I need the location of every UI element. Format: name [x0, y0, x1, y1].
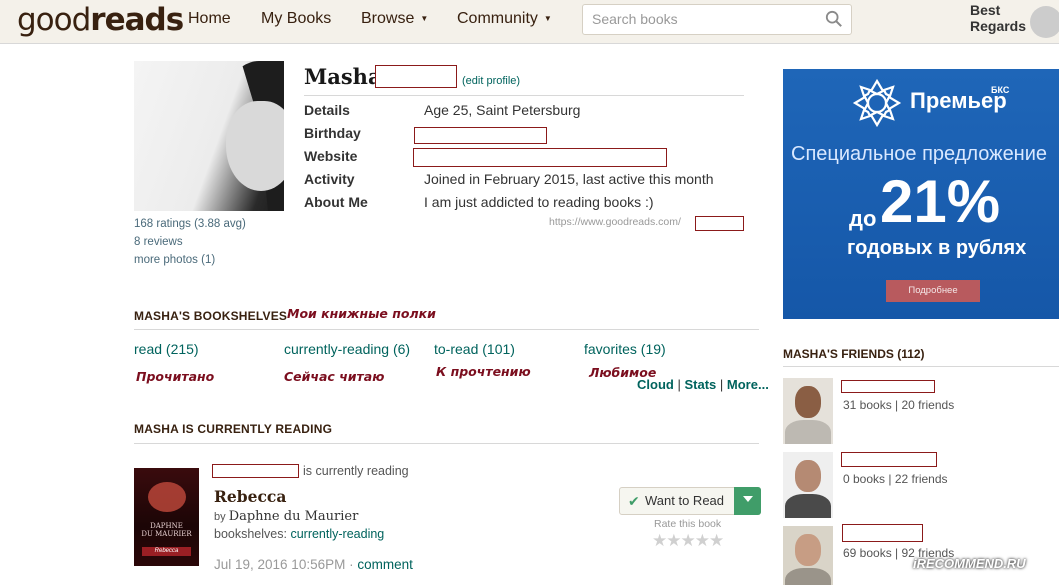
- currently-reading-title: MASHA IS CURRENTLY READING: [134, 422, 333, 436]
- nav-home[interactable]: Home: [188, 10, 231, 28]
- shelf-links: Cloud | Stats | More...: [637, 377, 769, 392]
- more-link[interactable]: More...: [727, 377, 769, 392]
- profile-url: https://www.goodreads.com/: [549, 216, 681, 228]
- caret-down-icon: ▼: [543, 14, 552, 24]
- details-label: Details: [304, 102, 350, 118]
- rate-label: Rate this book: [654, 518, 722, 530]
- shelf-favorites[interactable]: favorites (19): [584, 341, 666, 357]
- book-author: by Daphne du Maurier: [214, 509, 359, 524]
- author-link[interactable]: Daphne du Maurier: [229, 509, 359, 524]
- book-shelves: bookshelves: currently-reading: [214, 527, 385, 541]
- redacted-box: [212, 464, 299, 478]
- about-me-value: I am just addicted to reading books :): [424, 194, 654, 210]
- premier-logo-icon: [852, 78, 902, 128]
- about-me-label: About Me: [304, 194, 368, 210]
- reading-date: Jul 19, 2016 10:56PM · comment: [214, 557, 413, 572]
- divider: [134, 443, 759, 444]
- friend-avatar[interactable]: [783, 452, 833, 518]
- search-input[interactable]: Search books: [582, 4, 852, 35]
- redacted-box: [841, 452, 937, 467]
- website-label: Website: [304, 148, 358, 164]
- shelf-dropdown-button[interactable]: [734, 487, 761, 515]
- shelf-currently-reading[interactable]: currently-reading (6): [284, 341, 410, 357]
- shelf-link[interactable]: currently-reading: [290, 527, 384, 541]
- shelf-to-read[interactable]: to-read (101): [434, 341, 515, 357]
- divider: [783, 366, 1059, 367]
- friend-avatar[interactable]: [783, 526, 833, 585]
- shelf-annotation: Прочитано: [136, 369, 215, 384]
- friend-avatar[interactable]: [783, 378, 833, 444]
- book-title-link[interactable]: Rebecca: [214, 487, 286, 506]
- currently-reading-status: is currently reading: [303, 464, 409, 478]
- friend-meta: 0 books | 22 friends: [843, 472, 948, 486]
- check-icon: ✔: [628, 493, 640, 509]
- nav-community[interactable]: Community ▼: [457, 10, 552, 28]
- caret-down-icon: ▼: [420, 14, 429, 24]
- nav-my-books[interactable]: My Books: [261, 10, 331, 28]
- book-cover[interactable]: DAPHNE DU MAURIER Rebecca: [134, 468, 199, 566]
- search-icon[interactable]: [825, 10, 843, 28]
- chevron-down-icon: [743, 496, 753, 502]
- birthday-label: Birthday: [304, 125, 361, 141]
- profile-photo[interactable]: [134, 61, 284, 211]
- want-to-read-button[interactable]: ✔ Want to Read: [619, 487, 761, 515]
- bookshelves-annotation: Мои книжные полки: [287, 306, 436, 321]
- details-value: Age 25, Saint Petersburg: [424, 102, 581, 118]
- advertisement-banner[interactable]: Премьер БКС Специальное предложение до 2…: [783, 69, 1059, 319]
- watermark: iRECOMMEND.RU: [913, 556, 1026, 571]
- cloud-link[interactable]: Cloud: [637, 377, 674, 392]
- star-rating[interactable]: ★★★★★: [652, 531, 724, 551]
- divider: [304, 95, 744, 96]
- divider: [134, 329, 759, 330]
- reviews-link[interactable]: 8 reviews: [134, 236, 183, 248]
- user-avatar[interactable]: [1030, 6, 1059, 38]
- ad-details-button[interactable]: Подробнее: [886, 280, 980, 302]
- shelf-read[interactable]: read (215): [134, 341, 199, 357]
- shelf-annotation: Сейчас читаю: [284, 369, 385, 384]
- redacted-box: [841, 380, 935, 393]
- bookshelves-title: MASHA'S BOOKSHELVES: [134, 309, 288, 323]
- redacted-box: [695, 216, 744, 231]
- shelf-annotation: К прочтению: [436, 364, 531, 379]
- nav-browse[interactable]: Browse ▼: [361, 10, 428, 28]
- activity-value: Joined in February 2015, last active thi…: [424, 171, 714, 187]
- edit-profile-link[interactable]: (edit profile): [462, 75, 520, 87]
- redacted-box: [413, 148, 667, 167]
- stats-link[interactable]: Stats: [684, 377, 716, 392]
- redacted-box: [414, 127, 547, 144]
- profile-name: Masha: [304, 64, 382, 89]
- activity-label: Activity: [304, 171, 355, 187]
- more-photos-link[interactable]: more photos (1): [134, 254, 215, 266]
- goodreads-logo[interactable]: goodreads: [17, 2, 184, 38]
- friends-title: MASHA'S FRIENDS (112): [783, 347, 925, 361]
- comment-link[interactable]: comment: [357, 557, 413, 572]
- friend-meta: 31 books | 20 friends: [843, 398, 955, 412]
- redacted-box: [842, 524, 923, 542]
- redacted-box: [375, 65, 457, 88]
- ratings-link[interactable]: 168 ratings (3.88 avg): [134, 218, 246, 230]
- top-navigation-bar: goodreads Home My Books Browse ▼ Communit…: [0, 0, 1059, 44]
